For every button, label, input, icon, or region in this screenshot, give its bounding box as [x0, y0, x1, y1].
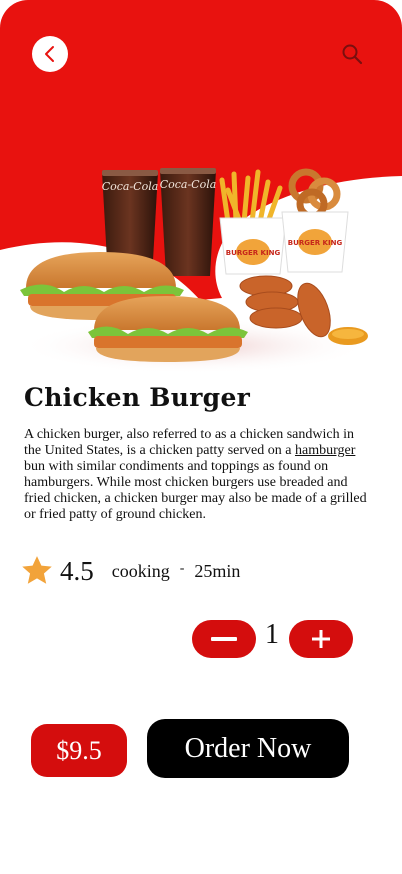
- cola-logo-text: Coca-Cola: [102, 180, 159, 193]
- bk-logo-text: BURGER KING: [226, 249, 281, 257]
- chicken-burger-meal-image: Coca-Cola Coca-Cola BURGER KING BURGER K…: [19, 168, 369, 374]
- cola-logo-text: Coca-Cola: [160, 178, 217, 191]
- separator: -: [179, 561, 185, 576]
- price-badge: $9.5: [31, 724, 127, 777]
- minus-icon: [211, 637, 237, 641]
- product-description: A chicken burger, also referred to as a …: [24, 427, 369, 523]
- order-now-button[interactable]: Order Now: [147, 719, 349, 778]
- product-detail-screen: Coca-Cola Coca-Cola BURGER KING BURGER K…: [0, 0, 402, 874]
- cooking-time: 25min: [194, 560, 241, 581]
- back-button[interactable]: [32, 36, 68, 72]
- increase-quantity-button[interactable]: [289, 620, 353, 658]
- plus-icon: [312, 630, 330, 648]
- star-icon: [22, 556, 52, 584]
- decrease-quantity-button[interactable]: [192, 620, 256, 658]
- cooking-label: cooking: [111, 560, 170, 581]
- bk-logo-text: BURGER KING: [288, 239, 343, 247]
- search-button[interactable]: [338, 40, 366, 68]
- rating-value: 4.5: [60, 555, 94, 586]
- search-icon: [342, 44, 363, 65]
- burger-right: [88, 296, 248, 362]
- product-meta: 4.5 cooking - 25min: [20, 553, 240, 589]
- hamburger-link[interactable]: hamburger: [295, 443, 355, 458]
- cola-cup-right: Coca-Cola: [160, 168, 217, 276]
- quantity-value: 1: [265, 619, 279, 650]
- product-title: Chicken Burger: [24, 383, 251, 412]
- fries-box: BURGER KING: [219, 169, 287, 275]
- dip-sauce: [328, 327, 368, 345]
- onion-rings-box: BURGER KING: [281, 168, 349, 273]
- chevron-left-icon: [45, 46, 54, 62]
- description-text: bun with similar condiments and toppings…: [24, 459, 367, 522]
